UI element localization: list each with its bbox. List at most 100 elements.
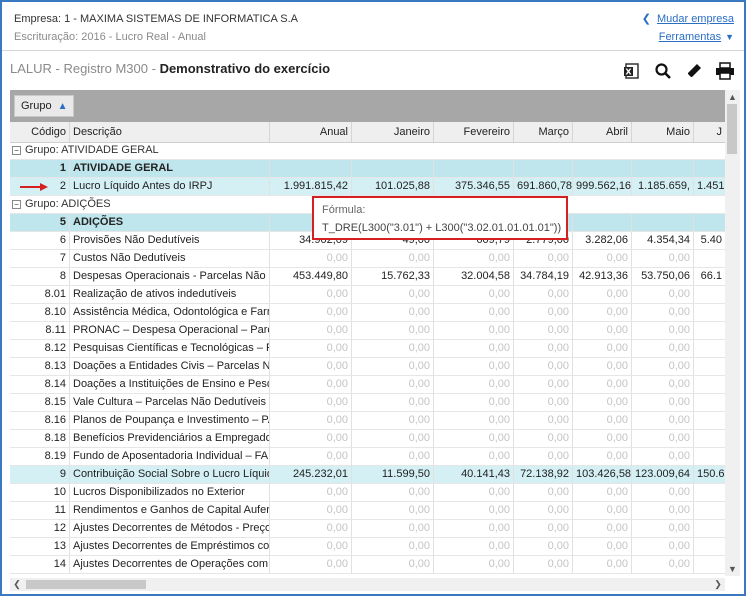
cell-anual[interactable]: 0,00 — [270, 412, 352, 429]
table-row[interactable]: 8.18 Benefícios Previdenciários a Emprega… — [10, 430, 725, 448]
table-row[interactable]: 12 Ajustes Decorrentes de Métodos - Preço… — [10, 520, 725, 538]
cell-mar[interactable]: 0,00 — [514, 430, 573, 447]
cell-jun[interactable] — [694, 250, 725, 267]
cell-descricao[interactable]: Lucro Líquido Antes do IRPJ — [70, 178, 270, 195]
cell-fev[interactable]: 0,00 — [434, 502, 514, 519]
cell-jun[interactable] — [694, 160, 725, 177]
table-row[interactable]: 7 Custos Não Dedutíveis 0,00 0,00 0,00 0,00 0,… — [10, 250, 725, 268]
cell-codigo[interactable]: 8.14 — [10, 376, 70, 393]
cell-mar[interactable]: 0,00 — [514, 322, 573, 339]
cell-descricao[interactable]: Pesquisas Científicas e Tecnológicas – P… — [70, 340, 270, 357]
cell-descricao[interactable]: Rendimentos e Ganhos de Capital Auferic — [70, 502, 270, 519]
cell-abr[interactable]: 0,00 — [573, 538, 632, 555]
cell-codigo[interactable]: 11 — [10, 502, 70, 519]
cell-codigo[interactable]: 10 — [10, 484, 70, 501]
cell-anual[interactable]: 0,00 — [270, 556, 352, 573]
cell-descricao[interactable]: Ajustes Decorrentes de Operações com F — [70, 556, 270, 573]
cell-mai[interactable]: 0,00 — [632, 520, 694, 537]
cell-mai[interactable] — [632, 214, 694, 231]
cell-mar[interactable]: 0,00 — [514, 250, 573, 267]
vertical-scrollbar[interactable]: ▲ ▼ — [725, 90, 740, 576]
cell-abr[interactable]: 0,00 — [573, 250, 632, 267]
cell-jun[interactable] — [694, 430, 725, 447]
cell-mai[interactable]: 0,00 — [632, 412, 694, 429]
cell-jun[interactable] — [694, 556, 725, 573]
cell-jan[interactable]: 0,00 — [352, 520, 434, 537]
cell-anual[interactable]: 0,00 — [270, 322, 352, 339]
cell-anual[interactable]: 0,00 — [270, 376, 352, 393]
tools-menu[interactable]: Ferramentas ▼ — [659, 31, 734, 43]
cell-mar[interactable]: 0,00 — [514, 520, 573, 537]
table-row[interactable]: 8 Despesas Operacionais - Parcelas Não De… — [10, 268, 725, 286]
cell-mai[interactable]: 0,00 — [632, 304, 694, 321]
cell-codigo[interactable]: 8.16 — [10, 412, 70, 429]
cell-mai[interactable]: 0,00 — [632, 394, 694, 411]
table-row[interactable]: 2 Lucro Líquido Antes do IRPJ 1.991.815,42… — [10, 178, 725, 196]
cell-jun[interactable] — [694, 214, 725, 231]
col-header-descricao[interactable]: Descrição — [70, 122, 270, 142]
cell-mai[interactable]: 0,00 — [632, 502, 694, 519]
cell-mai[interactable]: 0,00 — [632, 538, 694, 555]
cell-descricao[interactable]: Fundo de Aposentadoria Individual – FAF — [70, 448, 270, 465]
cell-anual[interactable] — [270, 160, 352, 177]
cell-fev[interactable]: 0,00 — [434, 520, 514, 537]
cell-abr[interactable]: 0,00 — [573, 304, 632, 321]
cell-codigo[interactable]: 1 — [10, 160, 70, 177]
cell-descricao[interactable]: Planos de Poupança e Investimento – PA — [70, 412, 270, 429]
cell-abr[interactable]: 0,00 — [573, 412, 632, 429]
cell-descricao[interactable]: Contribuição Social Sobre o Lucro Líquid… — [70, 466, 270, 483]
cell-jan[interactable]: 0,00 — [352, 502, 434, 519]
cell-mai[interactable]: 1.185.659, — [632, 178, 694, 195]
col-header-codigo[interactable]: Código — [10, 122, 70, 142]
cell-codigo[interactable]: 12 — [10, 520, 70, 537]
cell-codigo[interactable]: 8.12 — [10, 340, 70, 357]
cell-abr[interactable]: 0,00 — [573, 448, 632, 465]
cell-descricao[interactable]: Lucros Disponibilizados no Exterior — [70, 484, 270, 501]
cell-jun[interactable] — [694, 502, 725, 519]
cell-anual[interactable]: 0,00 — [270, 250, 352, 267]
cell-abr[interactable]: 3.282,06 — [573, 232, 632, 249]
cell-mai[interactable]: 0,00 — [632, 358, 694, 375]
cell-descricao[interactable]: ATIVIDADE GERAL — [70, 160, 270, 177]
cell-mar[interactable]: 0,00 — [514, 556, 573, 573]
cell-anual[interactable]: 245.232,01 — [270, 466, 352, 483]
cell-jan[interactable]: 0,00 — [352, 358, 434, 375]
cell-mar[interactable]: 0,00 — [514, 394, 573, 411]
cell-fev[interactable]: 0,00 — [434, 484, 514, 501]
col-header-maio[interactable]: Maio — [632, 122, 694, 142]
cell-fev[interactable]: 32.004,58 — [434, 268, 514, 285]
cell-jan[interactable]: 0,00 — [352, 538, 434, 555]
cell-jun[interactable]: 66.1 — [694, 268, 725, 285]
cell-jun[interactable]: 5.40 — [694, 232, 725, 249]
cell-mai[interactable]: 0,00 — [632, 376, 694, 393]
cell-fev[interactable]: 0,00 — [434, 376, 514, 393]
cell-fev[interactable]: 0,00 — [434, 538, 514, 555]
cell-jun[interactable] — [694, 358, 725, 375]
cell-jan[interactable]: 0,00 — [352, 304, 434, 321]
cell-codigo[interactable]: 9 — [10, 466, 70, 483]
cell-jun[interactable] — [694, 322, 725, 339]
cell-codigo[interactable]: 8.13 — [10, 358, 70, 375]
cell-anual[interactable]: 0,00 — [270, 448, 352, 465]
cell-fev[interactable]: 0,00 — [434, 448, 514, 465]
cell-fev[interactable]: 0,00 — [434, 430, 514, 447]
cell-anual[interactable]: 1.991.815,42 — [270, 178, 352, 195]
cell-abr[interactable]: 0,00 — [573, 358, 632, 375]
table-row[interactable]: 8.11 PRONAC – Despesa Operacional – Parce… — [10, 322, 725, 340]
cell-mai[interactable] — [632, 160, 694, 177]
table-row[interactable]: 8.10 Assistência Médica, Odontológica e F… — [10, 304, 725, 322]
cell-abr[interactable]: 0,00 — [573, 520, 632, 537]
cell-anual[interactable]: 0,00 — [270, 394, 352, 411]
cell-anual[interactable]: 0,00 — [270, 502, 352, 519]
cell-mai[interactable]: 0,00 — [632, 340, 694, 357]
collapse-icon[interactable]: − — [12, 199, 21, 209]
cell-mar[interactable]: 0,00 — [514, 358, 573, 375]
cell-jun[interactable] — [694, 394, 725, 411]
cell-mar[interactable]: 0,00 — [514, 412, 573, 429]
cell-descricao[interactable]: PRONAC – Despesa Operacional – Parcel — [70, 322, 270, 339]
cell-anual[interactable]: 0,00 — [270, 484, 352, 501]
cell-codigo[interactable]: 14 — [10, 556, 70, 573]
cell-jun[interactable] — [694, 376, 725, 393]
cell-anual[interactable]: 0,00 — [270, 430, 352, 447]
cell-jun[interactable] — [694, 538, 725, 555]
